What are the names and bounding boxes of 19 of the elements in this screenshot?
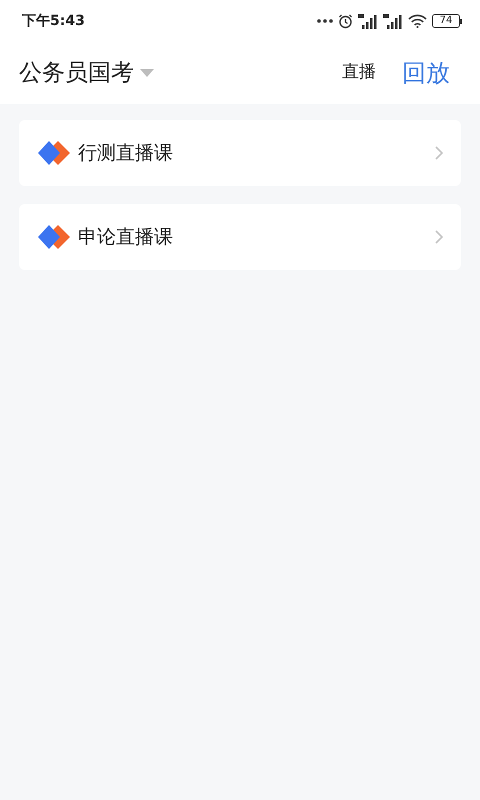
status-time: 下午5:43 [22,12,85,30]
dropdown-caret-icon[interactable] [140,69,154,77]
more-icon [317,19,333,23]
tab[interactable]: 回放 [402,55,450,91]
tab[interactable]: 直播 [342,60,376,86]
course-label: 行测直播课 [78,140,173,166]
chevron-right-icon [435,230,443,244]
course-card[interactable]: 行测直播课 [19,120,461,186]
chevron-right-icon [435,146,443,160]
wifi-icon [408,14,427,28]
battery-icon: 74 [432,14,462,28]
diamonds-icon [38,141,70,165]
signal-icon [383,14,403,28]
alarm-icon [338,14,353,28]
signal-icon [358,14,378,28]
course-card[interactable]: 申论直播课 [19,204,461,270]
diamonds-icon [38,225,70,249]
course-label: 申论直播课 [78,224,173,250]
page-title[interactable]: 公务员国考 [19,56,134,90]
